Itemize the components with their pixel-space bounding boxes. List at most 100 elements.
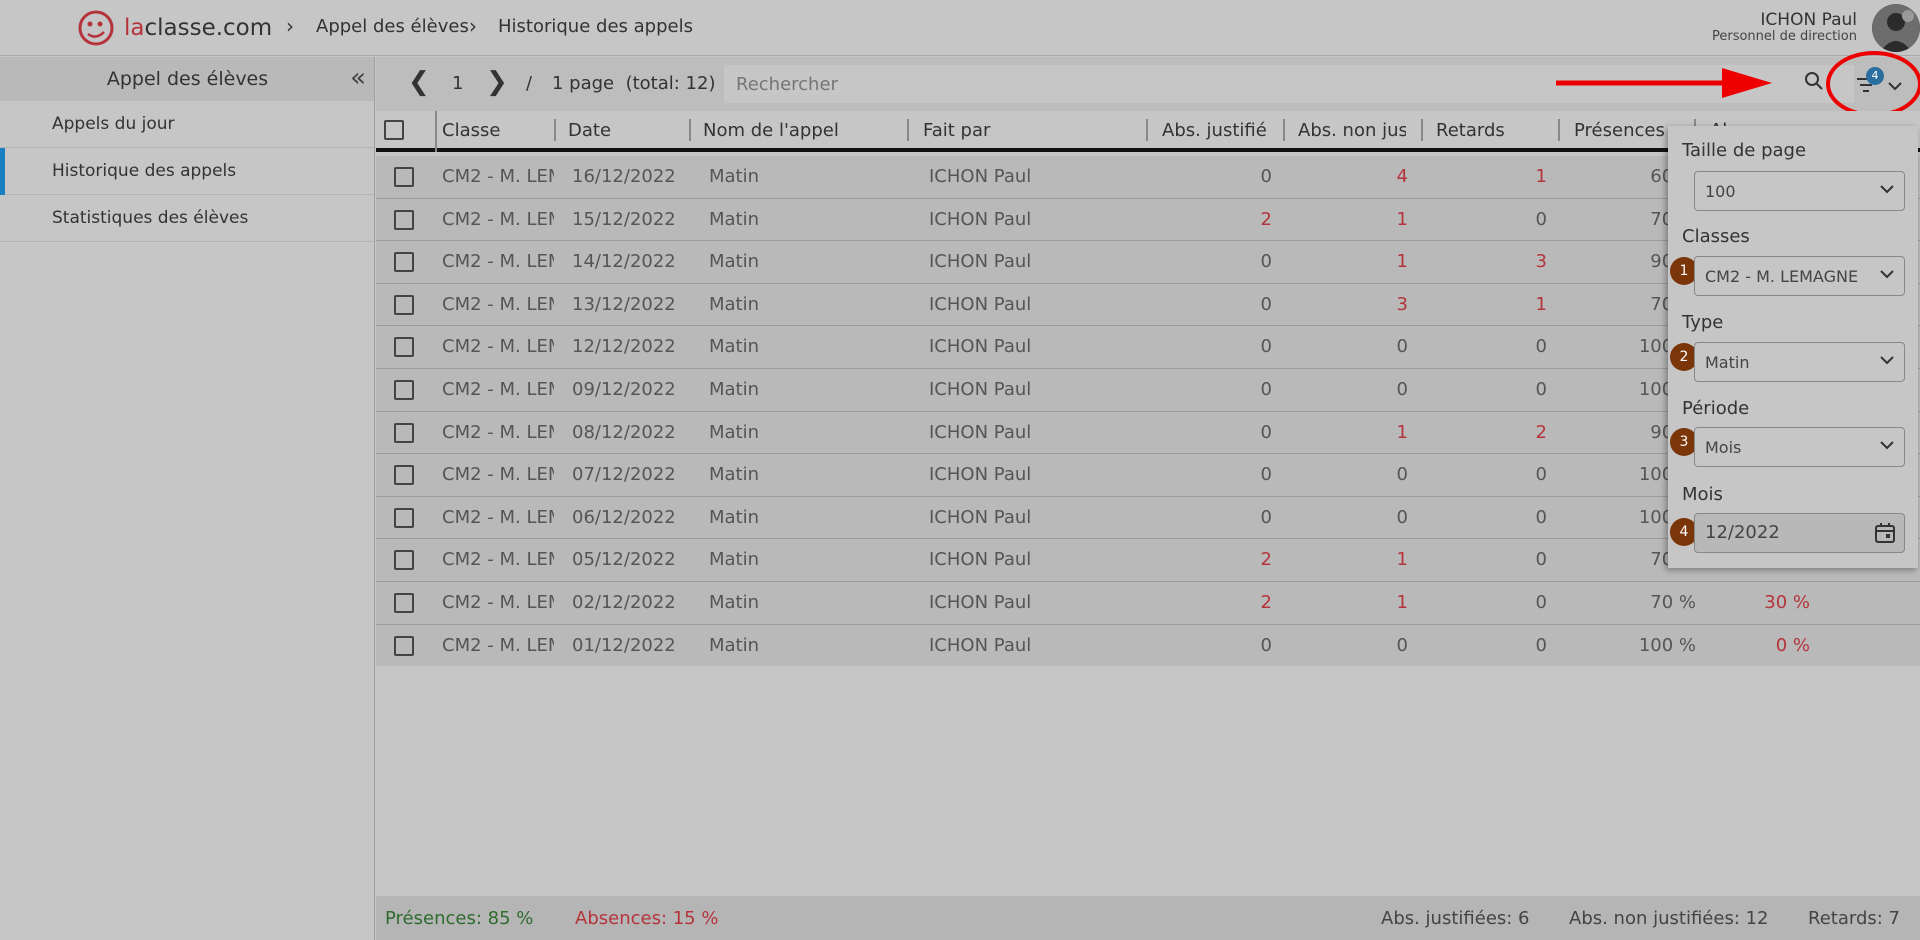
- breadcrumb-appel-eleves[interactable]: Appel des élèves: [316, 16, 469, 37]
- sidebar-item-label: Historique des appels: [52, 161, 237, 181]
- breadcrumb-historique[interactable]: Historique des appels: [498, 16, 693, 37]
- cell-nom: Matin: [709, 208, 760, 230]
- cell-nom: Matin: [709, 591, 760, 613]
- laclasse-logo-icon: [78, 10, 114, 46]
- cell-abs-nj: 0: [1396, 378, 1408, 400]
- cell-date: 14/12/2022: [572, 251, 676, 273]
- avatar[interactable]: [1872, 4, 1920, 52]
- column-header-retards[interactable]: Retards: [1436, 120, 1536, 141]
- row-checkbox[interactable]: [394, 465, 414, 486]
- row-checkbox[interactable]: [394, 422, 414, 443]
- select-all-checkbox[interactable]: [384, 120, 404, 140]
- cell-abs-nj: 1: [1396, 208, 1408, 230]
- filter-panel: Taille de page 100 Classes 1 CM2 - M. LE…: [1668, 126, 1918, 568]
- cell-abs-j: 0: [1260, 378, 1272, 400]
- page-info: 1 page (total: 12): [552, 73, 716, 94]
- cell-date: 16/12/2022: [572, 166, 676, 187]
- cell-abs-nj: 3: [1396, 293, 1408, 315]
- cell-abs-j: 0: [1260, 464, 1272, 486]
- row-checkbox[interactable]: [394, 167, 414, 187]
- column-header-fait-par[interactable]: Fait par: [923, 120, 1083, 141]
- filter-button[interactable]: 4: [1852, 67, 1908, 101]
- double-chevron-left-icon[interactable]: «: [350, 63, 366, 93]
- cell-abs-j: 0: [1260, 251, 1272, 273]
- chevron-down-icon: [1880, 270, 1894, 279]
- calendar-icon[interactable]: [1874, 522, 1896, 544]
- sidebar: Appel des élèves « Appels du jour Histor…: [0, 57, 375, 940]
- row-checkbox[interactable]: [394, 507, 414, 528]
- column-header-abs-justifie[interactable]: Abs. justifié: [1162, 120, 1270, 141]
- cell-abs-nj: 1: [1396, 421, 1408, 443]
- chevron-down-icon: [1880, 356, 1894, 365]
- cell-classe: CM2 - M. LEMAGNE: [442, 251, 554, 273]
- current-page: 1: [452, 73, 464, 94]
- logo[interactable]: laclasse.com: [76, 8, 272, 48]
- sidebar-item-appels-du-jour[interactable]: Appels du jour: [0, 101, 374, 148]
- type-select[interactable]: Matin: [1694, 342, 1905, 382]
- cell-abs-nj: 0: [1396, 506, 1408, 528]
- mois-value: 12/2022: [1705, 522, 1780, 543]
- row-checkbox[interactable]: [394, 209, 414, 230]
- next-page-button[interactable]: ❯: [486, 67, 508, 97]
- chevron-down-icon: [1888, 82, 1902, 91]
- toolbar: ❮ 1 ❯ / 1 page (total: 12) 4: [376, 57, 1920, 111]
- column-resize-handle[interactable]: [1283, 119, 1285, 141]
- classes-select[interactable]: CM2 - M. LEMAGNE: [1694, 256, 1905, 296]
- filter-count-badge: 4: [1866, 67, 1884, 85]
- cell-date: 08/12/2022: [572, 421, 676, 443]
- column-resize-handle[interactable]: [689, 119, 691, 141]
- search-icon[interactable]: [1804, 71, 1824, 91]
- cell-date: 05/12/2022: [572, 549, 676, 571]
- column-resize-handle[interactable]: [907, 119, 909, 141]
- row-checkbox[interactable]: [394, 635, 414, 656]
- sidebar-header: Appel des élèves «: [0, 57, 374, 101]
- row-checkbox[interactable]: [394, 379, 414, 400]
- table-row[interactable]: CM2 - M. LEMAGNE 01/12/2022 Matin ICHON Pau…: [376, 624, 1920, 668]
- summary-retards: Retards: 7: [1808, 908, 1900, 929]
- chevron-right-icon: ›: [286, 14, 294, 38]
- cell-abs-nj: 0: [1396, 336, 1408, 358]
- sidebar-item-historique[interactable]: Historique des appels: [0, 148, 374, 195]
- sidebar-item-label: Appels du jour: [52, 114, 175, 134]
- column-resize-handle[interactable]: [554, 119, 556, 141]
- column-header-nom-appel[interactable]: Nom de l'appel: [703, 120, 863, 141]
- column-resize-handle[interactable]: [1146, 119, 1148, 141]
- cell-nom: Matin: [709, 634, 760, 656]
- cell-nom: Matin: [709, 421, 760, 443]
- periode-select[interactable]: Mois: [1694, 427, 1905, 467]
- cell-date: 02/12/2022: [572, 591, 676, 613]
- row-checkbox[interactable]: [394, 550, 414, 571]
- column-resize-handle[interactable]: [1421, 119, 1423, 141]
- column-header-presences[interactable]: Présences: [1574, 120, 1668, 141]
- periode-value: Mois: [1705, 438, 1742, 457]
- cell-abs-j: 0: [1260, 634, 1272, 656]
- cell-fait-par: ICHON Paul: [929, 378, 1032, 400]
- cell-retards: 1: [1535, 293, 1547, 315]
- page-separator: /: [526, 73, 533, 94]
- search-input[interactable]: [724, 65, 1854, 103]
- previous-page-button[interactable]: ❮: [408, 67, 430, 97]
- page-size-label: Taille de page: [1682, 140, 1807, 161]
- row-checkbox[interactable]: [394, 252, 414, 273]
- cell-classe: CM2 - M. LEMAGNE: [442, 634, 554, 656]
- cell-fait-par: ICHON Paul: [929, 549, 1032, 571]
- row-checkbox[interactable]: [394, 294, 414, 315]
- type-label: Type: [1682, 312, 1724, 333]
- column-header-classe[interactable]: Classe: [442, 120, 524, 141]
- user-name[interactable]: ICHON Paul: [1760, 10, 1857, 30]
- row-checkbox[interactable]: [394, 337, 414, 358]
- column-header-date[interactable]: Date: [568, 120, 668, 141]
- logo-text: laclasse.com: [124, 15, 273, 41]
- row-checkbox[interactable]: [394, 592, 414, 613]
- page-size-select[interactable]: 100: [1694, 171, 1905, 211]
- cell-abs-j: 0: [1260, 336, 1272, 358]
- column-resize-handle[interactable]: [1558, 119, 1560, 141]
- cell-classe: CM2 - M. LEMAGNE: [442, 378, 554, 400]
- sidebar-item-statistiques[interactable]: Statistiques des élèves: [0, 195, 374, 242]
- cell-nom: Matin: [709, 549, 760, 571]
- table-row[interactable]: CM2 - M. LEMAGNE 02/12/2022 Matin ICHON Pau…: [376, 581, 1920, 625]
- cell-retards: 0: [1535, 464, 1547, 486]
- column-header-abs-non-justifie[interactable]: Abs. non jus: [1298, 120, 1406, 141]
- mois-date-input[interactable]: 12/2022: [1694, 513, 1905, 553]
- cell-retards: 0: [1535, 634, 1547, 656]
